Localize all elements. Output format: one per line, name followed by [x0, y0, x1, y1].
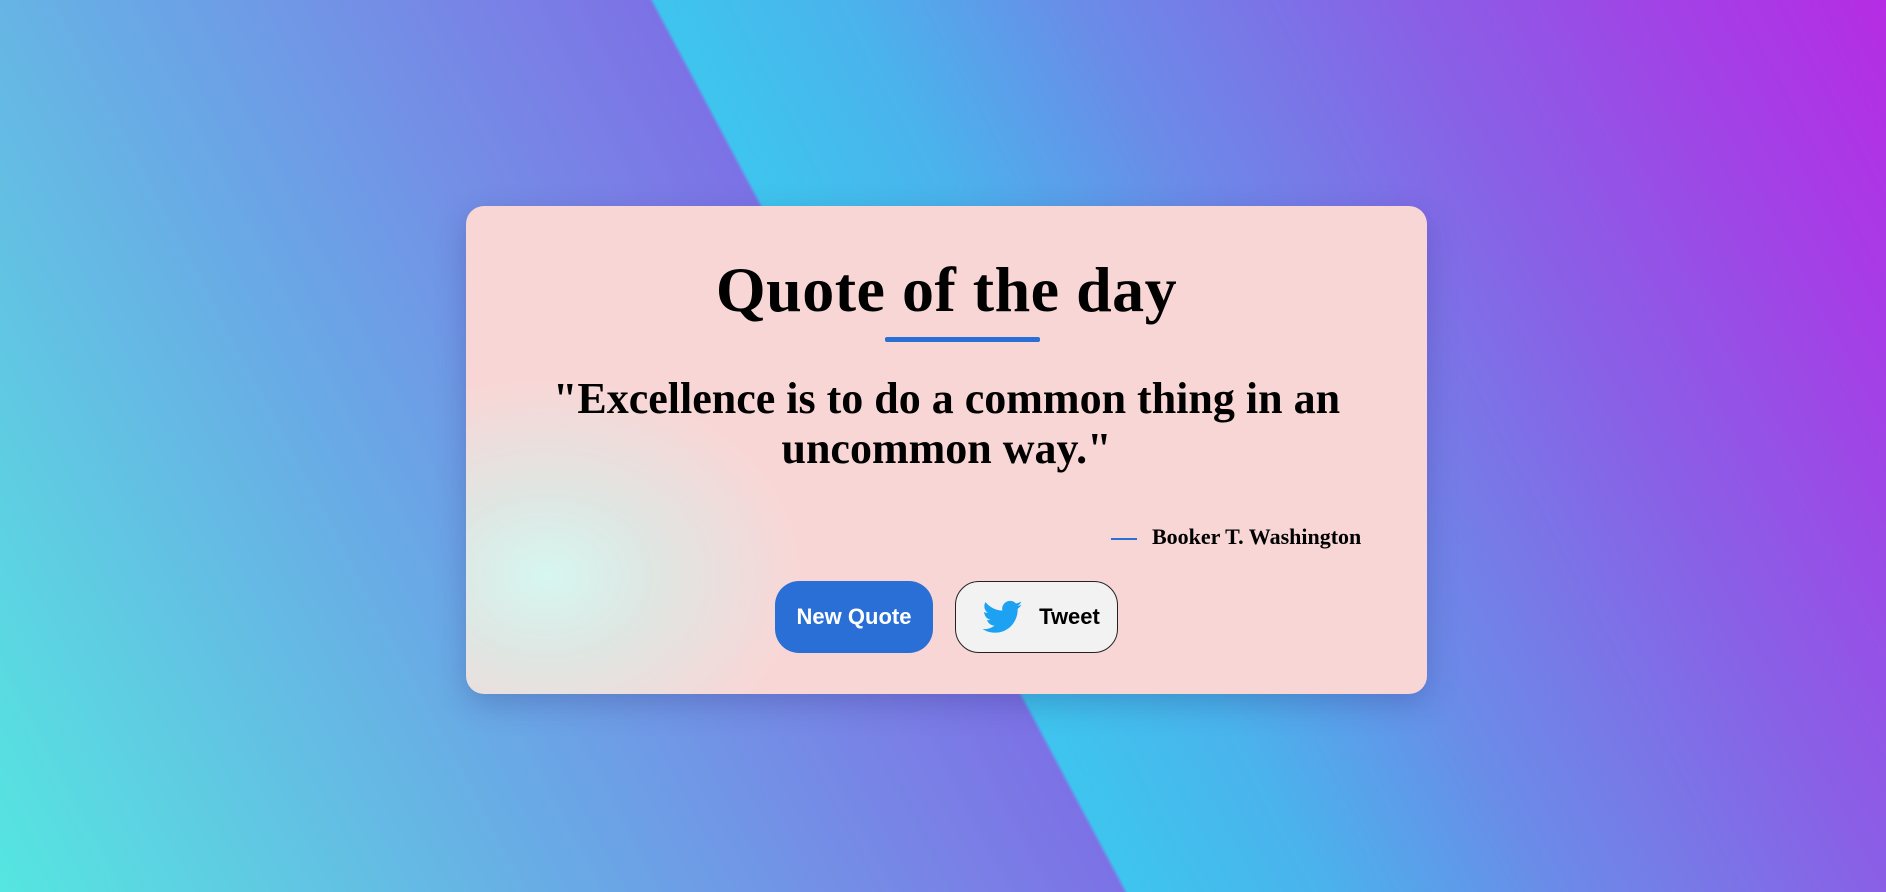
tweet-label: Tweet — [1039, 604, 1100, 629]
tweet-button[interactable]: Tweet — [955, 581, 1118, 653]
quote-author: Booker T. Washington — [1152, 524, 1362, 549]
new-quote-button[interactable]: New Quote — [775, 581, 933, 653]
author-dash — [1111, 538, 1137, 540]
twitter-bird-icon — [981, 597, 1025, 637]
new-quote-label: New Quote — [796, 604, 912, 629]
quote-card: Quote of the day "Excellence is to do a … — [466, 206, 1427, 694]
page-title: Quote of the day — [715, 254, 1178, 325]
title-underline — [885, 337, 1040, 342]
quote-text: "Excellence is to do a common thing in a… — [552, 374, 1341, 473]
